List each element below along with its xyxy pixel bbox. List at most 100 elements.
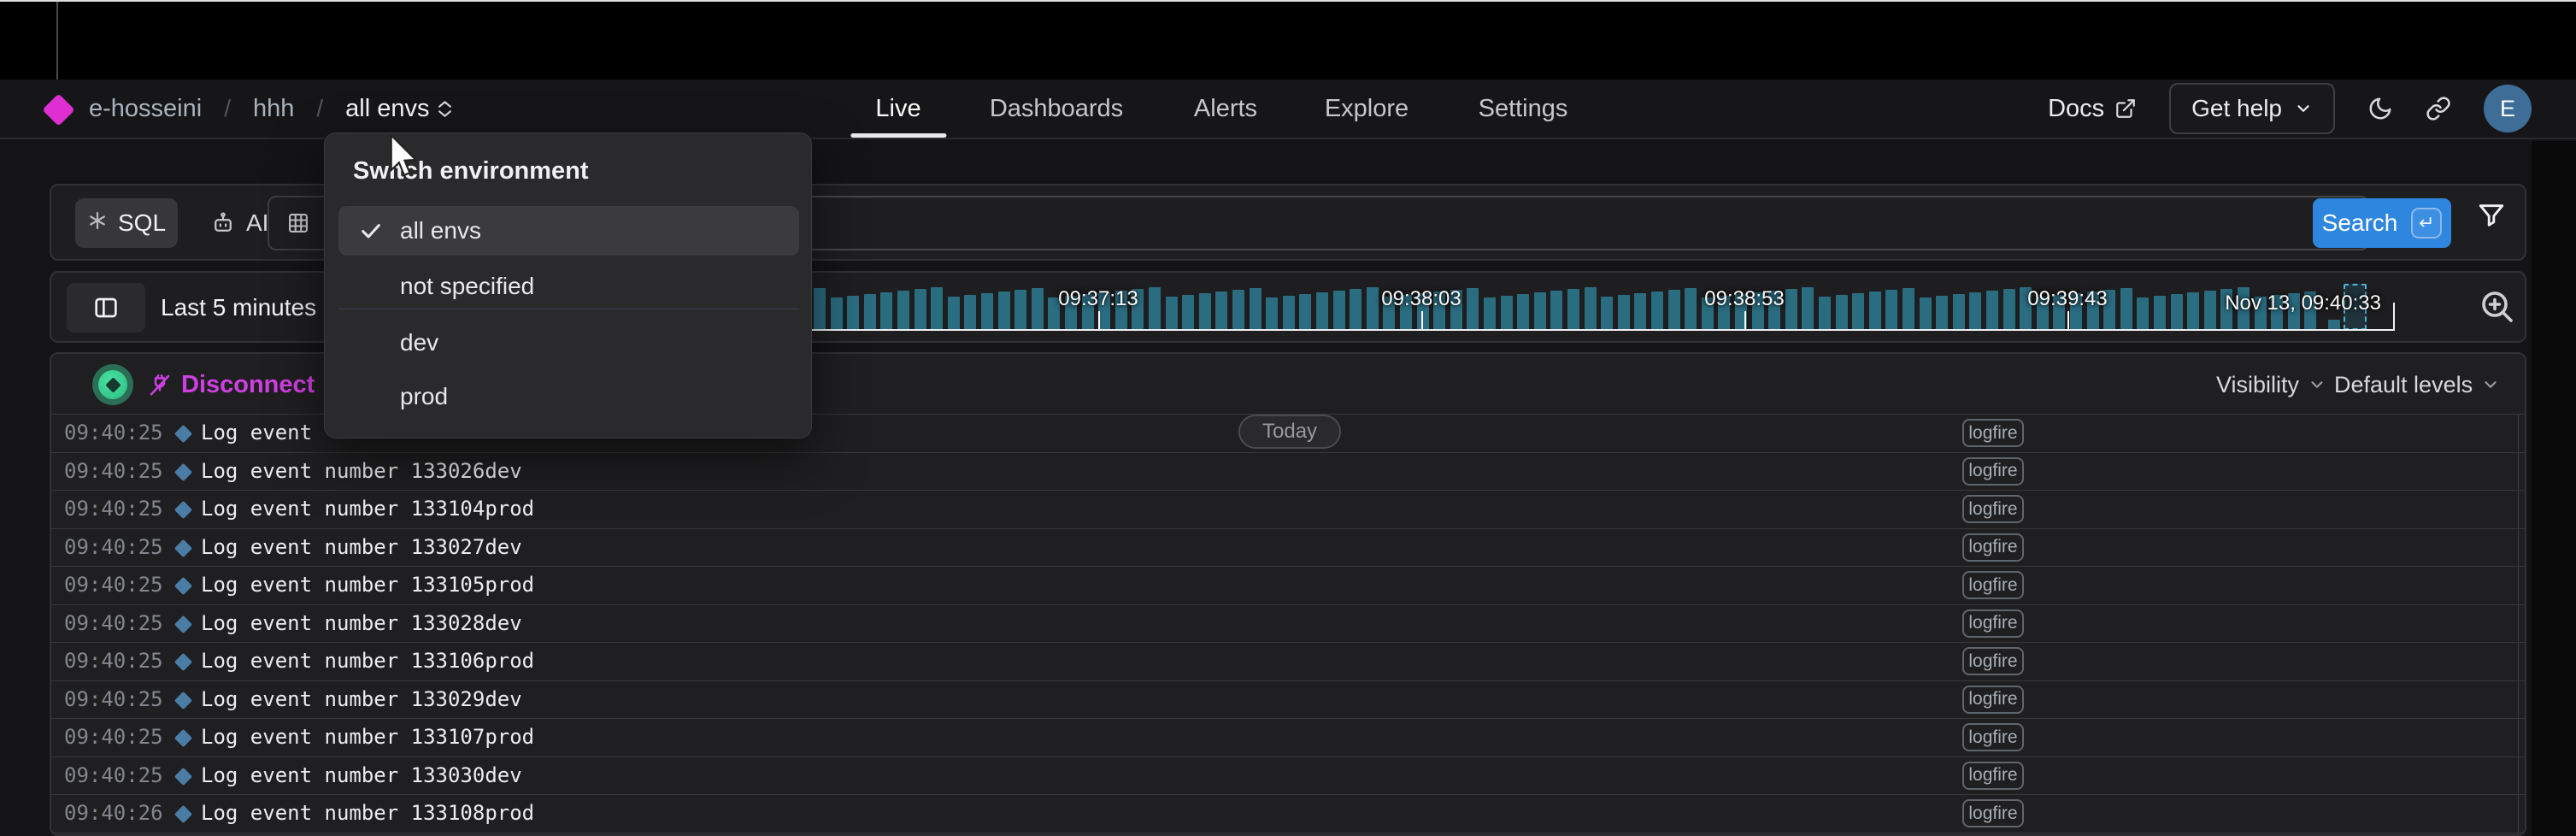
get-help-label: Get help bbox=[2191, 95, 2282, 122]
histogram-bar bbox=[814, 288, 826, 330]
histogram-bar bbox=[1501, 296, 1513, 330]
histogram-bar bbox=[831, 297, 843, 330]
histogram-bar bbox=[1869, 291, 1881, 330]
log-level-diamond-icon bbox=[174, 462, 192, 480]
visibility-menu[interactable]: Visibility bbox=[2216, 354, 2326, 415]
log-timestamp: 09:40:25 bbox=[64, 573, 163, 597]
scope-badge: logfire bbox=[1962, 457, 2024, 486]
env-option-prod[interactable]: prod bbox=[338, 372, 799, 421]
histogram-bar bbox=[1467, 288, 1479, 330]
histogram-tick bbox=[2067, 311, 2069, 329]
tab-explore[interactable]: Explore bbox=[1325, 79, 1409, 138]
time-range-selector[interactable]: Last 5 minutes bbox=[161, 273, 345, 343]
log-row[interactable]: 09:40:26Log event number 133031devlogfir… bbox=[51, 833, 2526, 836]
histogram-bar bbox=[1015, 290, 1026, 330]
get-help-button[interactable]: Get help bbox=[2169, 83, 2335, 134]
row-right-border bbox=[2518, 757, 2519, 795]
log-timestamp: 09:40:25 bbox=[64, 725, 163, 749]
histogram-bar bbox=[1199, 293, 1211, 330]
histogram-bar bbox=[1534, 292, 1546, 330]
row-right-border bbox=[2518, 529, 2519, 567]
breadcrumb: e-hosseini / hhh / all envs bbox=[89, 79, 452, 138]
sql-mode-button[interactable]: SQL bbox=[75, 198, 178, 248]
avatar[interactable]: E bbox=[2484, 85, 2532, 132]
log-row[interactable]: 09:40:25Log event number 133028devlogfir… bbox=[51, 604, 2526, 643]
log-message: Log event number 133027dev bbox=[201, 535, 522, 559]
env-option-all-envs[interactable]: all envs bbox=[338, 206, 799, 256]
log-level-diamond-icon bbox=[174, 653, 192, 671]
search-button[interactable]: Search ↵ bbox=[2313, 198, 2451, 248]
histogram-end-label: Nov 13, 09:40:33 bbox=[2225, 291, 2381, 315]
env-option-dev[interactable]: dev bbox=[338, 318, 799, 368]
breadcrumb-org[interactable]: e-hosseini bbox=[89, 95, 202, 123]
log-message: Log event number 133105prod bbox=[201, 573, 534, 597]
external-link-icon bbox=[2114, 97, 2137, 120]
log-message: Log event number 133106prod bbox=[201, 649, 534, 673]
scope-badge: logfire bbox=[1962, 799, 2024, 827]
default-levels-menu[interactable]: Default levels bbox=[2334, 354, 2500, 415]
log-level-diamond-icon bbox=[174, 539, 192, 556]
query-input[interactable] bbox=[556, 196, 2369, 250]
log-row[interactable]: 09:40:25Log event number 133030devlogfir… bbox=[51, 757, 2526, 795]
log-row[interactable]: 09:40:25Log event number 133104prodlogfi… bbox=[51, 490, 2526, 528]
histogram-bar bbox=[1651, 291, 1663, 330]
tab-settings[interactable]: Settings bbox=[1479, 79, 1568, 138]
environment-switcher[interactable]: all envs bbox=[345, 95, 452, 123]
filter-funnel-icon[interactable] bbox=[2477, 201, 2506, 234]
log-row[interactable]: 09:40:25Log event number 133029devlogfir… bbox=[51, 680, 2526, 719]
row-right-border bbox=[2518, 491, 2519, 528]
log-level-diamond-icon bbox=[174, 691, 192, 709]
tab-dashboards[interactable]: Dashboards bbox=[990, 79, 1123, 138]
zoom-in-icon[interactable] bbox=[2477, 286, 2518, 332]
docs-link[interactable]: Docs bbox=[2048, 95, 2137, 123]
row-right-border bbox=[2518, 415, 2519, 452]
histogram-bar bbox=[981, 293, 993, 330]
log-level-diamond-icon bbox=[174, 615, 192, 633]
row-right-border bbox=[2518, 795, 2519, 833]
environment-label: all envs bbox=[345, 95, 429, 123]
histogram-bar bbox=[2003, 289, 2015, 330]
check-icon bbox=[359, 219, 400, 243]
env-option-not-specified[interactable]: not specified bbox=[338, 262, 799, 311]
log-row-list: 09:40:25Log eventlogfire09:40:25Log even… bbox=[51, 414, 2526, 836]
panel-left-icon bbox=[92, 294, 120, 321]
theme-moon-icon[interactable] bbox=[2367, 96, 2393, 121]
tab-live[interactable]: Live bbox=[875, 79, 920, 138]
log-row[interactable]: 09:40:25Log event number 133105prodlogfi… bbox=[51, 566, 2526, 604]
histogram-bar bbox=[1836, 295, 1848, 330]
share-link-icon[interactable] bbox=[2426, 96, 2451, 121]
row-right-border bbox=[2518, 453, 2519, 491]
histogram-tick-label: 09:39:43 bbox=[2027, 287, 2107, 311]
row-right-border bbox=[2518, 567, 2519, 604]
log-message: Log event number 133108prod bbox=[201, 801, 534, 825]
histogram-bar bbox=[2120, 288, 2132, 330]
log-row[interactable]: 09:40:25Log event number 133107prodlogfi… bbox=[51, 718, 2526, 757]
log-row[interactable]: 09:40:26Log event number 133108prodlogfi… bbox=[51, 794, 2526, 833]
histogram-tick-label: 09:38:53 bbox=[1704, 287, 1784, 311]
search-label: Search bbox=[2322, 209, 2398, 237]
histogram-bar bbox=[998, 291, 1010, 330]
breadcrumb-project[interactable]: hhh bbox=[253, 95, 294, 123]
sidebar-toggle-button[interactable] bbox=[67, 283, 145, 333]
histogram-bar bbox=[964, 295, 976, 330]
log-row[interactable]: 09:40:25Log event number 133027devlogfir… bbox=[51, 528, 2526, 567]
log-row[interactable]: 09:40:25Log event number 133106prodlogfi… bbox=[51, 642, 2526, 680]
histogram-bar bbox=[897, 291, 909, 330]
tab-alerts[interactable]: Alerts bbox=[1194, 79, 1257, 138]
histogram-bar bbox=[1953, 294, 1965, 330]
histogram-tick-label: 09:38:03 bbox=[1381, 287, 1461, 311]
log-timestamp: 09:40:25 bbox=[64, 763, 163, 787]
histogram-bar bbox=[1032, 288, 1044, 330]
histogram-bar bbox=[1903, 288, 1914, 330]
disconnect-button[interactable]: Disconnect bbox=[147, 354, 315, 415]
breadcrumb-separator: / bbox=[224, 95, 231, 122]
histogram-bar bbox=[1550, 291, 1562, 330]
scope-badge: logfire bbox=[1962, 533, 2024, 562]
scope-badge: logfire bbox=[1962, 762, 2024, 790]
histogram-bar bbox=[1166, 297, 1178, 330]
chevron-down-icon bbox=[2294, 99, 2313, 118]
visibility-label: Visibility bbox=[2216, 372, 2299, 398]
histogram-bar bbox=[1601, 297, 1613, 330]
log-row[interactable]: 09:40:25Log event number 133026devlogfir… bbox=[51, 452, 2526, 491]
histogram-bar bbox=[1149, 287, 1161, 330]
